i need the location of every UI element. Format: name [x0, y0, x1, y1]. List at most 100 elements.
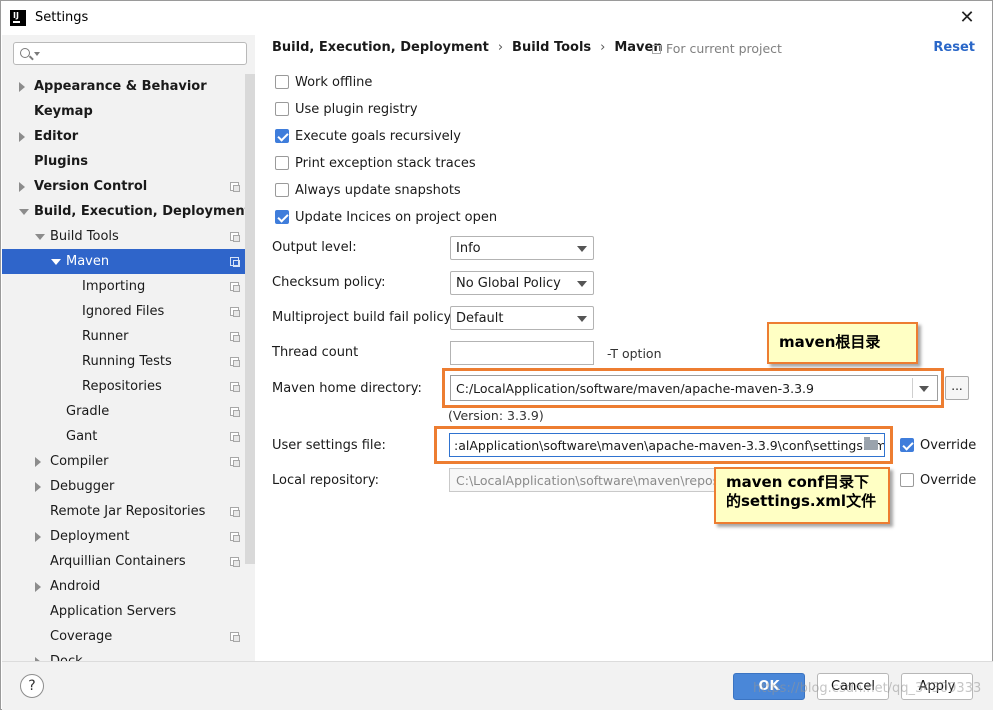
checkbox-box[interactable] — [900, 473, 914, 487]
sidebar-item-compiler[interactable]: Compiler — [2, 449, 244, 474]
chevron-down-icon — [577, 246, 587, 252]
checksum-policy-select[interactable]: No Global Policy — [450, 271, 594, 295]
checkbox-box[interactable] — [275, 102, 289, 116]
chevron-right-icon[interactable] — [19, 132, 25, 142]
project-scope-icon — [230, 457, 240, 467]
override-label: Override — [920, 473, 977, 488]
project-scope-icon — [230, 507, 240, 517]
project-scope-icon — [230, 357, 240, 367]
project-scope-icon — [230, 532, 240, 542]
checkbox-label: Work offline — [295, 75, 373, 90]
sidebar-item-coverage[interactable]: Coverage — [2, 624, 244, 649]
checkbox-box[interactable] — [275, 183, 289, 197]
output-level-value: Info — [456, 241, 481, 256]
breadcrumb: Build, Execution, Deployment › Build Tools… — [272, 40, 663, 58]
local-repository-label: Local repository: — [272, 473, 379, 488]
sidebar-item-maven[interactable]: Maven — [2, 249, 255, 274]
project-scope-icon — [652, 45, 661, 54]
sidebar-item-label: Keymap — [34, 104, 93, 119]
settings-search-input[interactable] — [13, 42, 247, 65]
sidebar-item-application-servers[interactable]: Application Servers — [2, 599, 244, 624]
sidebar-item-appearance-behavior[interactable]: Appearance & Behavior — [2, 74, 244, 99]
breadcrumb-build-tools[interactable]: Build Tools — [512, 40, 591, 55]
breadcrumb-separator: › — [497, 40, 504, 55]
sidebar-item-deployment[interactable]: Deployment — [2, 524, 244, 549]
sidebar-item-label: Plugins — [34, 154, 88, 169]
chevron-right-icon[interactable] — [35, 457, 41, 467]
checkbox-box[interactable] — [275, 129, 289, 143]
chevron-down-icon[interactable] — [51, 259, 61, 265]
sidebar-item-label: Coverage — [50, 629, 113, 644]
sidebar-item-label: Remote Jar Repositories — [50, 504, 206, 519]
search-icon — [20, 48, 30, 58]
project-scope-icon — [230, 282, 240, 292]
reset-link[interactable]: Reset — [933, 40, 975, 55]
maven-home-highlight-frame — [442, 368, 944, 408]
sidebar-item-build-tools[interactable]: Build Tools — [2, 224, 244, 249]
breadcrumb-separator: › — [600, 40, 606, 55]
chevron-down-icon — [577, 316, 587, 322]
output-level-select[interactable]: Info — [450, 236, 594, 260]
sidebar-item-keymap[interactable]: Keymap — [2, 99, 244, 124]
checkbox-box[interactable] — [275, 156, 289, 170]
sidebar-item-repositories[interactable]: Repositories — [2, 374, 244, 399]
chevron-right-icon[interactable] — [35, 582, 41, 592]
chevron-right-icon[interactable] — [19, 82, 25, 92]
sidebar-item-label: Application Servers — [50, 604, 177, 619]
checkbox-box[interactable] — [275, 75, 289, 89]
sidebar-item-label: Build Tools — [50, 229, 119, 244]
sidebar-item-running-tests[interactable]: Running Tests — [2, 349, 244, 374]
chevron-right-icon[interactable] — [35, 482, 41, 492]
checkbox-label: Execute goals recursively — [295, 129, 461, 144]
sidebar-item-label: Android — [50, 579, 101, 594]
breadcrumb-build-execution-deployment[interactable]: Build, Execution, Deployment — [272, 40, 489, 55]
close-icon[interactable]: ✕ — [956, 7, 978, 29]
project-scope-icon — [230, 307, 240, 317]
chevron-right-icon[interactable] — [19, 182, 25, 192]
sidebar-item-plugins[interactable]: Plugins — [2, 149, 244, 174]
sidebar-item-importing[interactable]: Importing — [2, 274, 244, 299]
checkbox-box[interactable] — [275, 210, 289, 224]
sidebar-item-debugger[interactable]: Debugger — [2, 474, 244, 499]
checkbox-label: Print exception stack traces — [295, 156, 476, 171]
sidebar-item-build-execution-deployment[interactable]: Build, Execution, Deployment — [2, 199, 251, 224]
checkbox-label: Update Incices on project open — [295, 210, 498, 225]
fail-policy-value: Default — [456, 311, 504, 326]
sidebar-item-gant[interactable]: Gant — [2, 424, 244, 449]
sidebar-item-gradle[interactable]: Gradle — [2, 399, 244, 424]
settings-xml-annotation: maven conf目录下的settings.xml文件 — [714, 467, 890, 524]
sidebar-item-runner[interactable]: Runner — [2, 324, 244, 349]
sidebar-item-ignored-files[interactable]: Ignored Files — [2, 299, 244, 324]
settings-tree: Appearance & Behavior Keymap Editor Plugins… — [2, 74, 255, 661]
fail-policy-select[interactable]: Default — [450, 306, 594, 330]
chevron-down-icon[interactable] — [19, 209, 29, 215]
scope-note: For current project — [652, 41, 782, 56]
sidebar-item-label: Gradle — [66, 404, 110, 419]
settings-window: IJ Settings ✕ Appearance & Behavior Keyma… — [0, 0, 993, 710]
window-title: Settings — [35, 10, 89, 25]
sidebar-item-arquillian-containers[interactable]: Arquillian Containers — [2, 549, 244, 574]
local-repository-value: C:\LocalApplication\software\maven\repos… — [456, 473, 736, 488]
sidebar-scrollbar[interactable] — [245, 74, 255, 564]
sidebar-item-label: Running Tests — [82, 354, 172, 369]
sidebar-item-editor[interactable]: Editor — [2, 124, 244, 149]
chevron-down-icon[interactable] — [35, 234, 45, 240]
sidebar-item-label: Importing — [82, 279, 146, 294]
sidebar-item-label: Runner — [82, 329, 129, 344]
search-history-chevron-icon[interactable] — [34, 52, 40, 56]
thread-count-input[interactable] — [450, 341, 594, 365]
browse-maven-home-button[interactable]: ... — [945, 376, 969, 400]
sidebar-item-version-control[interactable]: Version Control — [2, 174, 244, 199]
sidebar-item-label: Arquillian Containers — [50, 554, 186, 569]
user-settings-highlight-frame — [434, 426, 893, 464]
sidebar-item-label: Maven — [66, 254, 110, 269]
thread-count-label: Thread count — [272, 345, 359, 360]
sidebar-item-android[interactable]: Android — [2, 574, 244, 599]
checkbox-box[interactable] — [900, 438, 914, 452]
chevron-right-icon[interactable] — [35, 532, 41, 542]
user-settings-label: User settings file: — [272, 438, 386, 453]
sidebar-item-label: Build, Execution, Deployment — [34, 204, 251, 219]
sidebar-item-dock[interactable]: Dock — [2, 649, 244, 661]
sidebar-item-remote-jar-repositories[interactable]: Remote Jar Repositories — [2, 499, 244, 524]
help-button[interactable]: ? — [20, 674, 44, 698]
